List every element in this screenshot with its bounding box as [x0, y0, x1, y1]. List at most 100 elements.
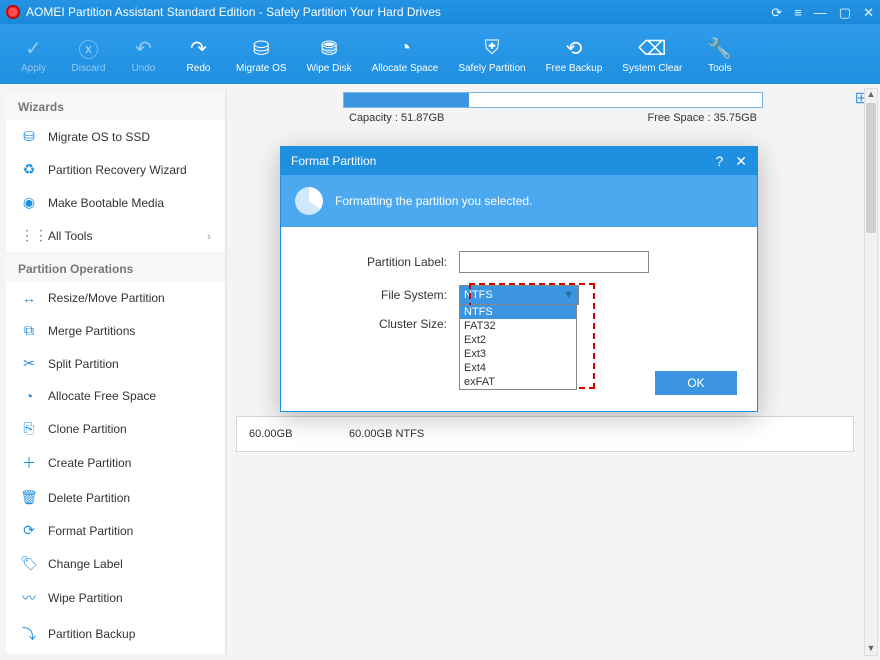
- undo-button: ↶Undo: [116, 24, 171, 84]
- dialog-title: Format Partition: [291, 154, 376, 168]
- apply-button: ✓Apply: [6, 24, 61, 84]
- sidebar-item-backup[interactable]: ⤵Partition Backup: [6, 616, 225, 652]
- format-icon: ⟳: [20, 522, 38, 539]
- pie-icon: ◔: [399, 36, 411, 60]
- sidebar-item-change-label[interactable]: 🏷Change Label: [6, 547, 225, 580]
- ssd-icon: ⛁: [20, 128, 38, 145]
- safely-partition-button[interactable]: ⛨Safely Partition: [448, 24, 535, 84]
- partition-ops-header: Partition Operations: [6, 252, 225, 282]
- file-system-selected: NTFS: [464, 289, 493, 301]
- recovery-icon: ♻: [20, 161, 38, 178]
- pie-chart-icon: [295, 187, 323, 215]
- fs-option-ext4[interactable]: Ext4: [460, 361, 576, 375]
- sidebar-item-all-tools[interactable]: ⋮⋮All Tools›: [6, 219, 225, 252]
- check-icon: ✓: [25, 36, 42, 60]
- capacity-label: Capacity : 51.87GB: [349, 112, 444, 124]
- redo-button[interactable]: ↷Redo: [171, 24, 226, 84]
- backup2-icon: ⤵: [20, 624, 38, 644]
- titlebar: AOMEI Partition Assistant Standard Editi…: [0, 0, 880, 24]
- dialog-banner-text: Formatting the partition you selected.: [335, 194, 532, 208]
- allocate-icon: ◔: [20, 388, 38, 404]
- wipe-icon: ⛃: [321, 36, 338, 60]
- capacity-bar: [343, 92, 763, 108]
- sidebar-item-merge[interactable]: ⧉Merge Partitions: [6, 314, 225, 347]
- fs-option-ntfs[interactable]: NTFS: [460, 305, 576, 319]
- clear-icon: ⌫: [638, 36, 666, 60]
- redo-icon: ↷: [190, 36, 207, 60]
- migrate-os-button[interactable]: ⛁Migrate OS: [226, 24, 297, 84]
- split-icon: ✂: [20, 355, 38, 372]
- wrench-icon: 🔧: [707, 36, 732, 60]
- app-logo-icon: [6, 5, 20, 19]
- file-system-options: NTFS FAT32 Ext2 Ext3 Ext4 exFAT: [459, 305, 577, 390]
- main-toolbar: ✓Apply ⓧDiscard ↶Undo ↷Redo ⛁Migrate OS …: [0, 24, 880, 84]
- allocate-space-button[interactable]: ◔Allocate Space: [362, 24, 449, 84]
- dialog-close-icon[interactable]: ✕: [735, 153, 747, 170]
- scroll-down-icon[interactable]: ▼: [865, 643, 877, 655]
- format-partition-dialog: Format Partition ? ✕ Formatting the part…: [280, 146, 758, 412]
- label-icon: 🏷: [20, 555, 38, 572]
- menu-icon[interactable]: ≡: [794, 6, 802, 19]
- partition-label-label: Partition Label:: [309, 255, 459, 269]
- sidebar-item-partition-recovery[interactable]: ♻Partition Recovery Wizard: [6, 153, 225, 186]
- window-title: AOMEI Partition Assistant Standard Editi…: [26, 5, 771, 19]
- merge-icon: ⧉: [20, 322, 38, 339]
- file-system-select[interactable]: NTFS ▼ NTFS FAT32 Ext2 Ext3 Ext4 exFAT: [459, 285, 579, 305]
- ok-button[interactable]: OK: [655, 371, 737, 395]
- maximize-icon[interactable]: ▢: [839, 6, 851, 19]
- partition-label-input[interactable]: [459, 251, 649, 273]
- shield-icon: ⛨: [484, 36, 499, 60]
- free-space-label: Free Space : 35.75GB: [648, 112, 757, 124]
- tools-button[interactable]: 🔧Tools: [692, 24, 747, 84]
- create-icon: ＋: [20, 453, 38, 473]
- drive-icon: ⛁: [253, 36, 270, 60]
- sidebar-item-drive-letter[interactable]: ✎Change Drive Letter: [6, 652, 225, 654]
- scroll-thumb[interactable]: [866, 103, 876, 233]
- dialog-banner: Formatting the partition you selected.: [281, 175, 757, 227]
- vertical-scrollbar[interactable]: ▲ ▼: [864, 88, 878, 656]
- sidebar-item-format[interactable]: ⟳Format Partition: [6, 514, 225, 547]
- discard-icon: ⓧ: [79, 36, 99, 60]
- wipe-disk-button[interactable]: ⛃Wipe Disk: [297, 24, 362, 84]
- sidebar-item-wipe[interactable]: 〰Wipe Partition: [6, 580, 225, 616]
- resize-icon: ↔: [20, 290, 38, 306]
- undo-icon: ↶: [135, 36, 152, 60]
- sidebar-item-resize[interactable]: ↔Resize/Move Partition: [6, 282, 225, 314]
- free-backup-button[interactable]: ⟲Free Backup: [536, 24, 613, 84]
- sidebar-item-migrate-os[interactable]: ⛁Migrate OS to SSD: [6, 120, 225, 153]
- fs-option-ext2[interactable]: Ext2: [460, 333, 576, 347]
- trash-icon: 🗑: [20, 489, 38, 506]
- sidebar-item-create[interactable]: ＋Create Partition: [6, 445, 225, 481]
- cluster-size-label: Cluster Size:: [309, 317, 459, 331]
- dropdown-arrow-icon: ▼: [563, 289, 574, 301]
- help-icon[interactable]: ?: [715, 153, 723, 169]
- capacity-fill: [344, 93, 469, 107]
- sidebar-item-split[interactable]: ✂Split Partition: [6, 347, 225, 380]
- minimize-icon[interactable]: ―: [814, 6, 827, 19]
- dialog-titlebar: Format Partition ? ✕: [281, 147, 757, 175]
- discard-button: ⓧDiscard: [61, 24, 116, 84]
- close-icon[interactable]: ✕: [863, 6, 874, 19]
- refresh-icon[interactable]: ⟳: [771, 6, 782, 19]
- disc-icon: ◉: [20, 194, 38, 211]
- fs-option-exfat[interactable]: exFAT: [460, 375, 576, 389]
- partition-desc: 60.00GB NTFS: [337, 428, 424, 440]
- scroll-up-icon[interactable]: ▲: [865, 89, 877, 101]
- sidebar-item-delete[interactable]: 🗑Delete Partition: [6, 481, 225, 514]
- partition-row[interactable]: 60.00GB 60.00GB NTFS: [236, 416, 854, 452]
- sidebar-item-clone[interactable]: ⎘Clone Partition: [6, 412, 225, 445]
- fs-option-ext3[interactable]: Ext3: [460, 347, 576, 361]
- file-system-label: File System:: [309, 288, 459, 302]
- brush-icon: 〰: [20, 588, 38, 608]
- dots-icon: ⋮⋮: [20, 227, 38, 244]
- chevron-right-icon: ›: [207, 229, 211, 243]
- sidebar: Wizards ⛁Migrate OS to SSD ♻Partition Re…: [6, 90, 226, 654]
- clone-icon: ⎘: [20, 420, 38, 437]
- sidebar-item-bootable-media[interactable]: ◉Make Bootable Media: [6, 186, 225, 219]
- backup-icon: ⟲: [566, 36, 583, 60]
- sidebar-item-allocate[interactable]: ◔Allocate Free Space: [6, 380, 225, 412]
- fs-option-fat32[interactable]: FAT32: [460, 319, 576, 333]
- wizards-header: Wizards: [6, 90, 225, 120]
- partition-size: 60.00GB: [237, 428, 337, 440]
- system-clear-button[interactable]: ⌫System Clear: [612, 24, 692, 84]
